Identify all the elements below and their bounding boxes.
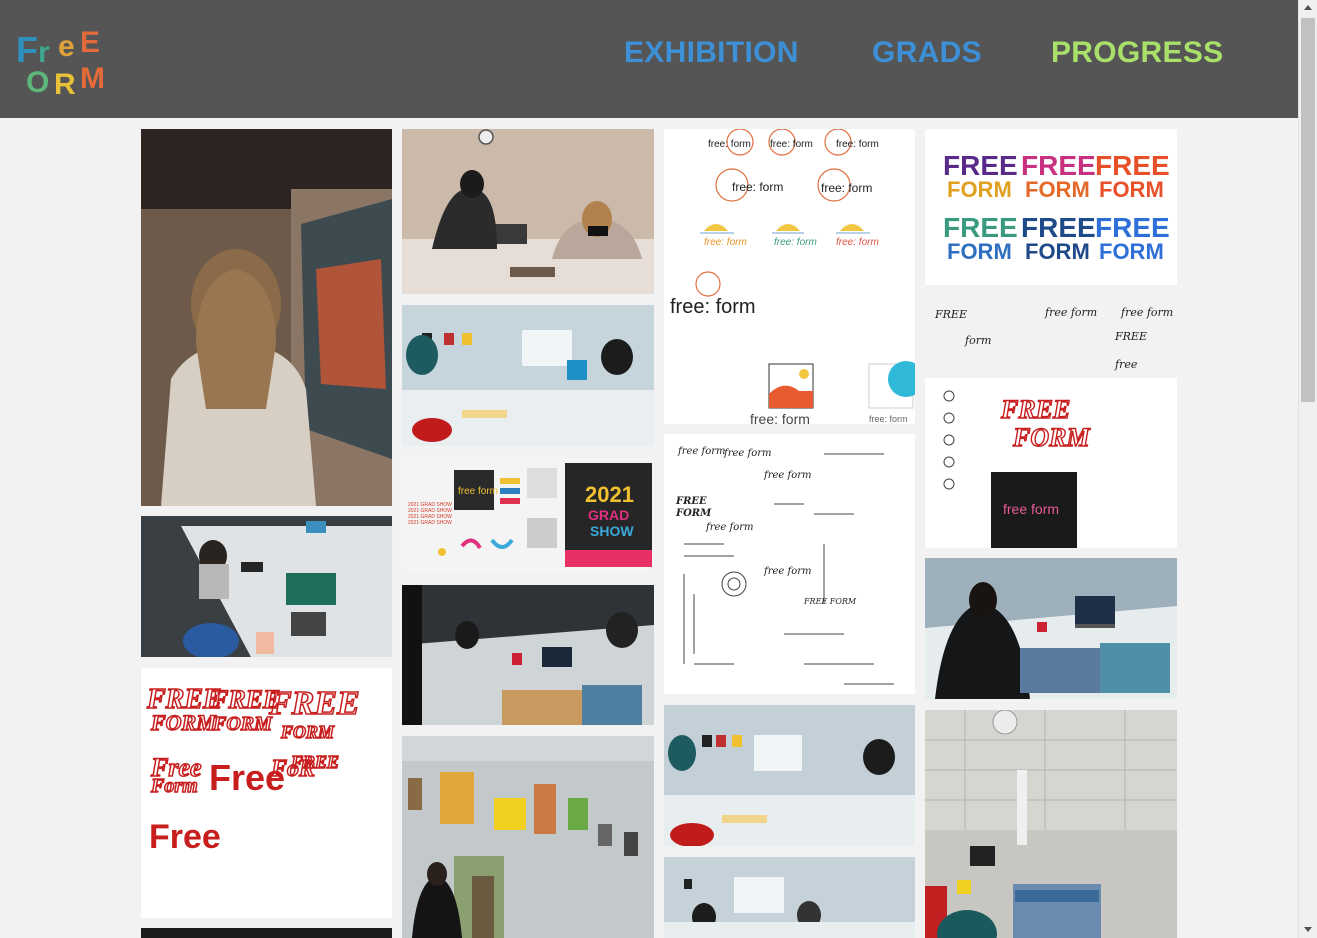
photo-classroom-wide-2[interactable] [664, 705, 915, 846]
nav-exhibition-link[interactable]: EXHIBITION [624, 36, 799, 70]
image-red-logo-sketch[interactable]: FREE FORM FREE FORM FREE FORM Free Form … [141, 668, 392, 918]
red-sketch-word: FORM [212, 713, 273, 735]
nav-grads-link[interactable]: GRADS [872, 36, 982, 70]
show-line: 2021 GRAD SHOW [408, 520, 452, 526]
vertical-scrollbar[interactable] [1298, 0, 1317, 938]
photo-dark[interactable] [141, 928, 392, 938]
svg-text:e: e [58, 30, 75, 63]
sketch-wordmark: free: form [836, 139, 879, 150]
photo-classroom-wide-3[interactable] [664, 857, 915, 938]
notes-word: FORM [675, 508, 712, 519]
red-sketch-word: FREE [290, 752, 339, 772]
svg-text:M: M [80, 62, 105, 95]
red-sketch-word: FORM [280, 722, 335, 742]
logo-variant-bottom: FORM [1025, 177, 1090, 202]
scroll-up-arrow-icon[interactable] [1304, 5, 1312, 10]
svg-text:free form: free form [1120, 306, 1173, 319]
red-sketch-word: Free [209, 757, 285, 798]
image-logo-sketches-red[interactable]: FREE form free form free form FREE free … [925, 296, 1177, 548]
logo-variant-bottom: FORM [1099, 239, 1164, 264]
photo-classroom-dark[interactable] [402, 585, 654, 725]
sketch-wordmark: free: form [774, 237, 817, 248]
logo-variant-bottom: FORM [1025, 239, 1090, 264]
notes-word: FREE FORM [803, 597, 857, 606]
svg-text:E: E [80, 26, 100, 59]
image-logo-sketches-circle[interactable]: free: form free: form free: form free: f… [664, 129, 915, 424]
sketch-wordmark: free: form [750, 411, 810, 424]
poster-line1: GRAD [588, 507, 629, 523]
svg-text:free: free [1114, 358, 1138, 371]
sketch-wordmark: free: form [732, 180, 783, 194]
svg-text:O: O [26, 66, 49, 98]
sketch-wordmark: free: form [836, 237, 879, 248]
nav-progress-link[interactable]: PROGRESS [1051, 36, 1223, 70]
photo-students-table[interactable] [402, 129, 654, 294]
photo-classroom-overhead[interactable] [141, 516, 392, 657]
red-sketch-word: FREE [268, 685, 360, 722]
red-logo-title1: FREE [1000, 395, 1070, 424]
photo-presentation-wall[interactable] [402, 736, 654, 938]
poster-year: 2021 [585, 482, 634, 507]
logo-variant-bottom: FORM [947, 239, 1012, 264]
red-sketch-word: FORM [150, 710, 217, 735]
sketch-wordmark: free: form [821, 181, 872, 195]
notes-word: free form [763, 566, 811, 577]
photo-presentation-room[interactable] [925, 710, 1177, 938]
image-grad-show-board[interactable]: free form 2021 GRAD SHOW 2021 GRAD SHOW … [402, 458, 654, 572]
svg-text:FREE: FREE [934, 308, 967, 321]
svg-text:form: form [964, 334, 991, 347]
board-wordmark: free form [458, 486, 498, 497]
photo-student-laptop[interactable] [925, 558, 1177, 699]
notes-word: free form [763, 470, 811, 481]
svg-text:FREE: FREE [1114, 330, 1147, 343]
svg-text:free form: free form [1044, 306, 1097, 319]
logo-variant-bottom: FORM [1099, 177, 1164, 202]
notes-word: free form [705, 522, 753, 533]
sketch-wordmark: free: form [770, 139, 813, 150]
sketch-wordmark: free: form [869, 414, 908, 424]
red-sketch-word: Free [149, 818, 221, 856]
poster-line2: SHOW [590, 523, 634, 539]
svg-text:R: R [54, 68, 76, 98]
logo-variant-bottom: FORM [947, 177, 1012, 202]
red-sketch-word: Form [150, 775, 198, 797]
scroll-down-arrow-icon[interactable] [1304, 927, 1312, 932]
svg-text:F: F [16, 29, 38, 70]
freeform-logo[interactable]: F r e E O R M [14, 22, 130, 101]
site-header: F r e E O R M EXHIBITION GRADS PROGRESS [0, 0, 1298, 118]
svg-text:r: r [38, 36, 50, 69]
image-logo-color-variations[interactable]: FREE FORM FREE FORM FREE FORM FREE FORM … [925, 129, 1177, 285]
notes-word: free form [723, 448, 771, 459]
notes-word: FREE [675, 496, 707, 507]
photo-gallery-visitor[interactable] [141, 129, 392, 506]
scroll-thumb[interactable] [1301, 18, 1315, 402]
red-logo-title2: FORM [1012, 423, 1090, 452]
image-handwritten-brainstorm[interactable]: free form free form free form FREE FORM … [664, 434, 915, 694]
notes-word: free form [677, 446, 725, 457]
photo-classroom-wide[interactable] [402, 305, 654, 446]
sketch-big-wordmark: free: form [670, 296, 756, 318]
sketch-wordmark: free: form [704, 237, 747, 248]
red-logo-box-wordmark: free form [1003, 501, 1059, 517]
sketch-wordmark: free: form [708, 139, 751, 150]
